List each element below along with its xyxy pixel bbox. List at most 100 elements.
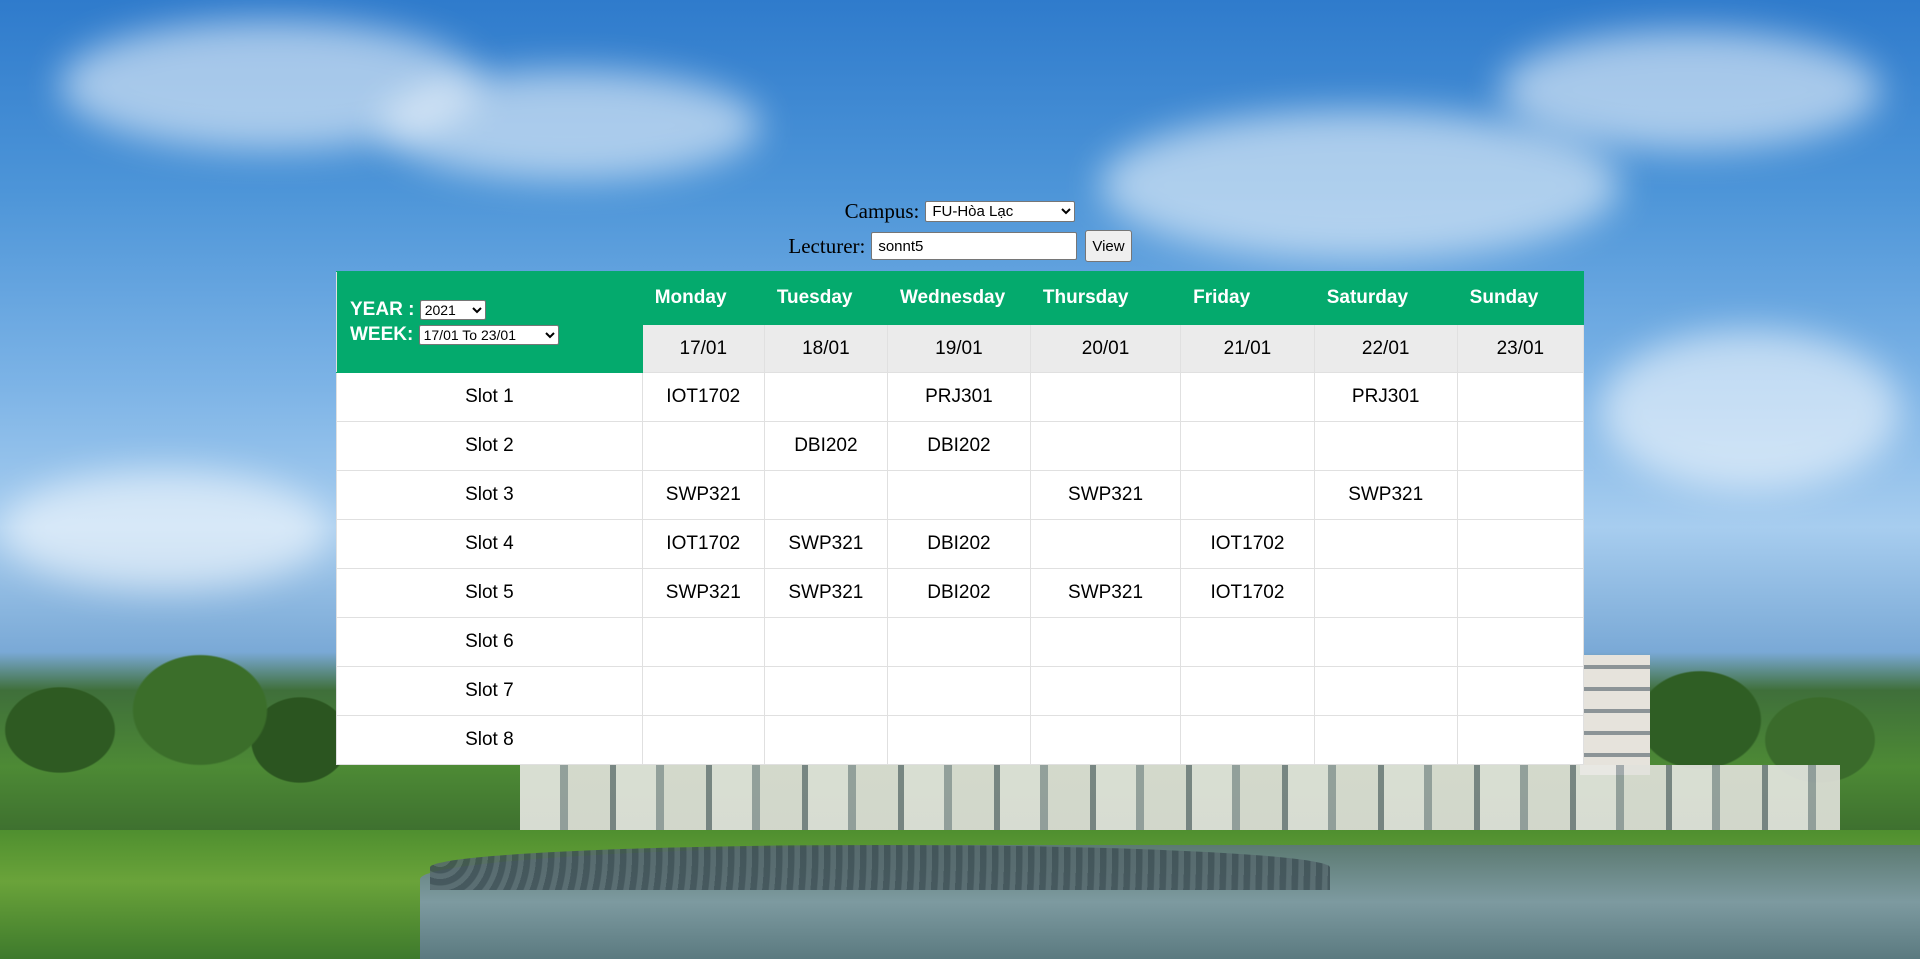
slot-cell xyxy=(1180,470,1315,520)
date-sunday: 23/01 xyxy=(1456,324,1585,373)
slot-cell: DBI202 xyxy=(763,421,888,471)
slot-cell xyxy=(1180,666,1315,716)
view-button[interactable]: View xyxy=(1085,230,1132,262)
slot-cell xyxy=(1313,568,1458,618)
slot-row-3: Slot 3 SWP321 SWP321 SWP321 xyxy=(336,470,1585,520)
slot-label: Slot 6 xyxy=(336,617,643,667)
slot-cell xyxy=(1180,372,1315,422)
filter-form: Campus: FU-Hòa Lạc Lecturer: View xyxy=(0,197,1920,263)
slot-cell xyxy=(1456,666,1585,716)
slot-row-6: Slot 6 xyxy=(336,617,1585,667)
slot-cell: SWP321 xyxy=(763,568,888,618)
slot-cell xyxy=(763,372,888,422)
slot-cell: PRJ301 xyxy=(1313,372,1458,422)
slot-cell xyxy=(641,617,765,667)
day-header-tuesday: Tuesday xyxy=(763,271,888,325)
date-thursday: 20/01 xyxy=(1029,324,1182,373)
slot-cell xyxy=(1180,617,1315,667)
week-row: WEEK: 17/01 To 23/01 xyxy=(350,322,642,347)
slot-cell: PRJ301 xyxy=(886,372,1031,422)
slot-cell: SWP321 xyxy=(641,568,765,618)
slot-cell xyxy=(1313,715,1458,765)
year-week-selector-cell: YEAR : 2021 WEEK: 17/01 To 23/01 xyxy=(336,271,643,373)
slot-label: Slot 2 xyxy=(336,421,643,471)
slot-row-8: Slot 8 xyxy=(336,715,1585,765)
slot-row-2: Slot 2 DBI202 DBI202 xyxy=(336,421,1585,471)
slot-label: Slot 4 xyxy=(336,519,643,569)
slot-cell xyxy=(1029,617,1182,667)
slot-cell xyxy=(763,617,888,667)
week-label: WEEK: xyxy=(350,324,414,345)
date-saturday: 22/01 xyxy=(1313,324,1458,373)
slot-cell: IOT1702 xyxy=(1180,519,1315,569)
week-select[interactable]: 17/01 To 23/01 xyxy=(418,324,559,345)
slot-row-4: Slot 4 IOT1702 SWP321 DBI202 IOT1702 xyxy=(336,519,1585,569)
date-tuesday: 18/01 xyxy=(763,324,888,373)
slot-cell xyxy=(763,470,888,520)
slot-cell xyxy=(1456,421,1585,471)
slot-cell xyxy=(1456,568,1585,618)
day-header-row: YEAR : 2021 WEEK: 17/01 To 23/01 Monday … xyxy=(336,271,1585,373)
day-header-friday: Friday xyxy=(1180,271,1315,325)
slot-cell xyxy=(1456,617,1585,667)
slot-cell xyxy=(886,715,1031,765)
slot-cell: DBI202 xyxy=(886,568,1031,618)
year-label: YEAR : xyxy=(350,299,415,320)
slot-cell xyxy=(641,715,765,765)
day-header-monday: Monday xyxy=(641,271,765,325)
day-header-wednesday: Wednesday xyxy=(886,271,1031,325)
slot-row-7: Slot 7 xyxy=(336,666,1585,716)
day-header-sunday: Sunday xyxy=(1456,271,1585,325)
campus-row: Campus: FU-Hòa Lạc xyxy=(0,197,1920,225)
slot-cell xyxy=(1313,617,1458,667)
slot-row-1: Slot 1 IOT1702 PRJ301 PRJ301 xyxy=(336,372,1585,422)
slot-cell xyxy=(886,470,1031,520)
slot-cell xyxy=(1456,470,1585,520)
slot-cell xyxy=(763,666,888,716)
date-wednesday: 19/01 xyxy=(886,324,1031,373)
campus-select[interactable]: FU-Hòa Lạc xyxy=(925,200,1076,222)
slot-cell: SWP321 xyxy=(763,519,888,569)
slot-cell xyxy=(1456,519,1585,569)
date-friday: 21/01 xyxy=(1180,324,1315,373)
slot-cell xyxy=(1029,519,1182,569)
slot-label: Slot 7 xyxy=(336,666,643,716)
slot-cell xyxy=(1180,715,1315,765)
slot-cell: DBI202 xyxy=(886,519,1031,569)
lecturer-label: Lecturer: xyxy=(788,233,866,258)
slot-cell: IOT1702 xyxy=(641,519,765,569)
slot-cell: IOT1702 xyxy=(641,372,765,422)
slot-cell xyxy=(1029,715,1182,765)
slot-cell xyxy=(1029,372,1182,422)
slot-label: Slot 3 xyxy=(336,470,643,520)
slot-cell xyxy=(1313,519,1458,569)
slot-cell xyxy=(1456,372,1585,422)
slot-cell: DBI202 xyxy=(886,421,1031,471)
campus-label: Campus: xyxy=(844,198,920,223)
slot-cell xyxy=(1313,666,1458,716)
weekly-timetable: YEAR : 2021 WEEK: 17/01 To 23/01 Monday … xyxy=(336,271,1585,765)
date-monday: 17/01 xyxy=(641,324,765,373)
slot-cell xyxy=(886,617,1031,667)
slot-cell xyxy=(1313,421,1458,471)
slot-cell xyxy=(641,421,765,471)
day-header-thursday: Thursday xyxy=(1029,271,1182,325)
slot-cell: SWP321 xyxy=(1029,470,1182,520)
slot-label: Slot 8 xyxy=(336,715,643,765)
slot-cell xyxy=(1029,666,1182,716)
slot-label: Slot 1 xyxy=(336,372,643,422)
lecturer-input[interactable] xyxy=(871,232,1078,260)
slot-cell xyxy=(886,666,1031,716)
lecturer-row: Lecturer: View xyxy=(0,229,1920,263)
slot-cell: IOT1702 xyxy=(1180,568,1315,618)
slot-cell xyxy=(1029,421,1182,471)
slot-cell xyxy=(1180,421,1315,471)
slot-label: Slot 5 xyxy=(336,568,643,618)
slot-cell xyxy=(641,666,765,716)
year-select[interactable]: 2021 xyxy=(419,299,486,320)
year-row: YEAR : 2021 xyxy=(350,297,642,322)
slot-cell: SWP321 xyxy=(1029,568,1182,618)
slot-cell: SWP321 xyxy=(641,470,765,520)
slot-cell xyxy=(763,715,888,765)
slot-cell xyxy=(1456,715,1585,765)
